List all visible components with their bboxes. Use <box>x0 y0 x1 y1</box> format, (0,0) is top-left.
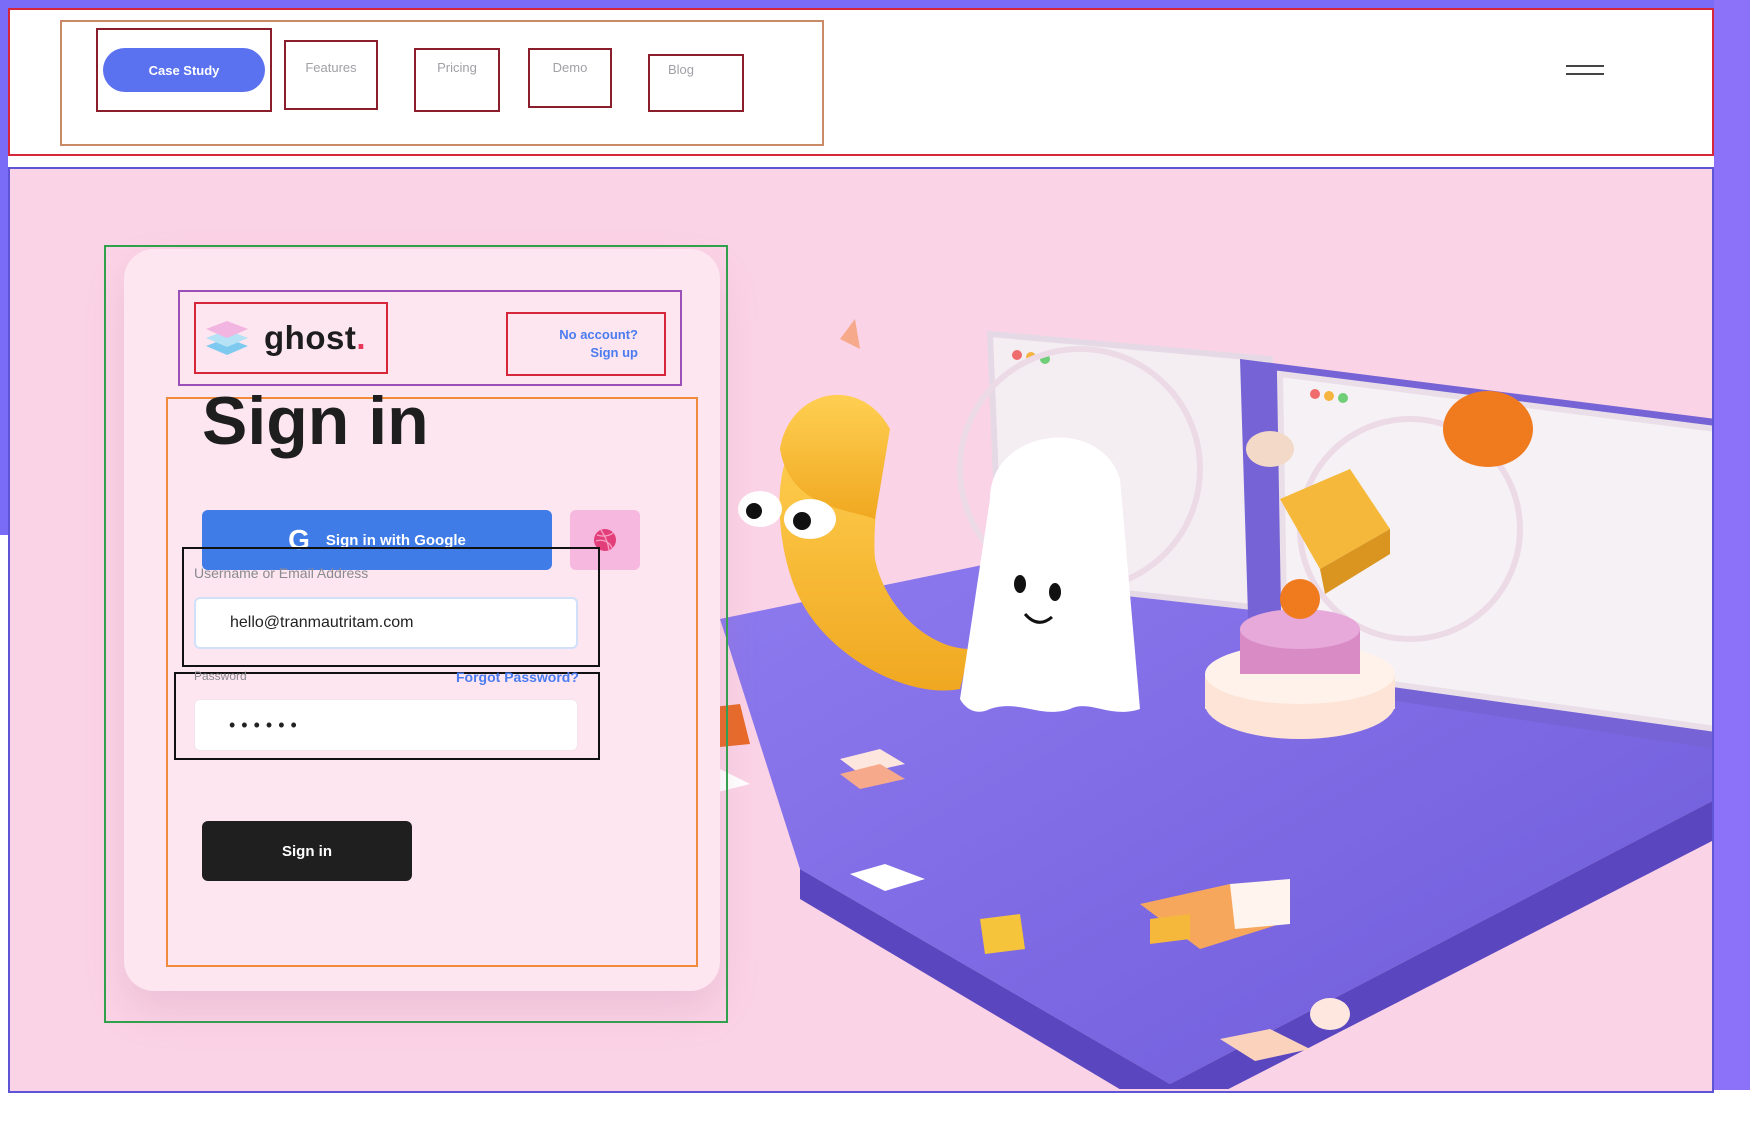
password-input[interactable] <box>194 699 578 751</box>
hero-section: ghost. No account? Sign up Sign in G Sig… <box>8 167 1714 1093</box>
top-navbar: Case Study Features Pricing Demo Blog <box>8 8 1714 156</box>
layers-icon <box>206 321 248 355</box>
nav-item-pricing[interactable]: Pricing <box>414 48 500 112</box>
background-strip-top <box>0 0 1720 8</box>
nav-item-case-study[interactable]: Case Study <box>96 28 272 112</box>
nav-item-blog[interactable]: Blog <box>648 54 744 112</box>
nav-item-features[interactable]: Features <box>284 40 378 110</box>
nav-item-label: Pricing <box>437 60 477 75</box>
username-label: Username or Email Address <box>194 565 369 581</box>
background-strip-left <box>0 0 8 535</box>
page-title: Sign in <box>202 383 429 459</box>
background-strip-right <box>1714 0 1750 1090</box>
brand-logo[interactable]: ghost. <box>194 302 388 374</box>
nav-item-label: Demo <box>552 60 588 75</box>
nav-links: Case Study Features Pricing Demo Blog <box>60 20 824 146</box>
signup-link[interactable]: No account? Sign up <box>506 312 666 376</box>
hamburger-icon[interactable] <box>1566 65 1604 79</box>
password-label: Password <box>194 669 247 683</box>
forgot-password-link[interactable]: Forgot Password? <box>456 669 579 685</box>
nav-item-demo[interactable]: Demo <box>528 48 612 108</box>
username-input[interactable] <box>194 597 578 649</box>
google-signin-label: Sign in with Google <box>325 531 466 549</box>
nav-item-label: Features <box>305 60 357 75</box>
sign-up-text: Sign up <box>590 345 638 360</box>
nav-item-label: Blog <box>668 62 695 77</box>
no-account-text: No account? <box>559 327 638 342</box>
brand-name: ghost. <box>264 319 366 356</box>
ghost-workspace-illustration <box>710 319 1712 1089</box>
nav-item-label: Case Study <box>103 48 265 92</box>
sign-in-button[interactable]: Sign in <box>202 821 412 881</box>
